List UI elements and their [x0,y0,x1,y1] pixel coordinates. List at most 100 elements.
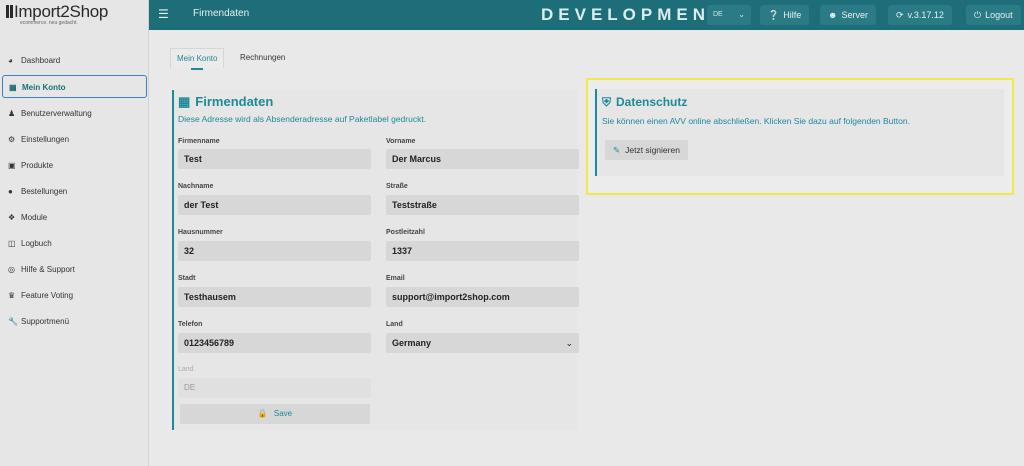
sidebar-item-supportmenu[interactable]: 🔧 Supportmenü [2,310,147,333]
logo-text: Import2Shop [14,2,109,21]
sidebar-item-label: Feature Voting [21,291,74,300]
hausnummer-field[interactable]: 32 [178,241,371,261]
datenschutz-title: ⛨ Datenschutz [602,95,687,110]
puzzle-icon: ❖ [8,213,16,222]
datenschutz-text: Sie können einen AVV online abschließen.… [602,116,910,126]
datenschutz-highlight: ⛨ Datenschutz Sie können einen AVV online… [586,78,1014,195]
logo-tagline: ecommerce. neu gedacht. [20,20,78,26]
firmenname-label: Firmenname [178,138,220,145]
postleitzahl-label: Postleitzahl [386,229,425,236]
dashboard-icon: ◕ [8,56,13,65]
sidebar-item-label: Dashboard [21,56,61,65]
menu-icon[interactable]: ☰ [158,8,170,20]
land-select[interactable]: Germany ⌄ [386,333,579,353]
logout-button[interactable]: ⏻ Logout [966,5,1021,25]
sidebar-item-mein-konto[interactable]: ▦ Mein Konto [2,75,147,98]
server-button-label: Server [841,10,868,20]
server-user-icon: ☻ [828,10,838,20]
logo-bar-mark [10,5,13,18]
sidebar-item-produkte[interactable]: ▣ Produkte [2,154,147,177]
firmenname-field[interactable]: Test [178,149,371,169]
environment-title: DEVELOPMENT [541,5,726,24]
sidebar-item-logbuch[interactable]: ◫ Logbuch [2,232,147,255]
postleitzahl-field[interactable]: 1337 [386,241,579,261]
help-button-label: Hilfe [783,10,802,20]
logo-wordmark: Import2Shop [6,2,108,22]
land-label: Land [386,321,403,328]
book-icon: ◫ [8,239,16,248]
power-icon: ⏻ [974,10,982,20]
firmendaten-title: ▦ Firmendaten [178,94,273,110]
chevron-down-icon: ⌄ [738,10,745,19]
email-field[interactable]: support@import2shop.com [386,287,579,307]
sidebar-item-dashboard[interactable]: ◕ Dashboard [2,49,147,72]
strasse-field[interactable]: Teststraße [386,195,579,215]
sidebar-item-einstellungen[interactable]: ⚙ Einstellungen [2,128,147,151]
wrench-icon: 🔧 [8,317,18,326]
strasse-label: Straße [386,183,408,190]
chevron-down-icon: ⌄ [565,338,573,348]
pencil-icon: ✎ [613,145,621,155]
sidebar-item-label: Benutzerverwaltung [21,109,92,118]
hausnummer-label: Hausnummer [178,229,223,236]
save-button[interactable]: 🔒 Save [180,404,370,424]
stadt-label: Stadt [178,275,196,282]
datenschutz-title-text: Datenschutz [616,95,688,109]
sidebar-item-label: Einstellungen [21,135,70,144]
sidebar-item-label: Hilfe & Support [21,265,75,274]
cogs-icon: ⚙ [8,135,16,144]
sidebar-item-module[interactable]: ❖ Module [2,206,147,229]
sidebar-item-feature-voting[interactable]: ♛ Feature Voting [2,284,147,307]
firmendaten-panel: ▦ Firmendaten Diese Adresse wird als Abse… [172,90,579,430]
shopping-basket-icon: ● [8,187,13,196]
shield-icon: ⛨ [602,95,612,109]
help-button[interactable]: ❔ Hilfe [760,5,810,25]
telefon-field[interactable]: 0123456789 [178,333,371,353]
version-label: v.3.17.12 [907,10,944,20]
sign-avv-button[interactable]: ✎ Jetzt signieren [605,140,688,160]
box-icon: ▣ [8,161,16,170]
building-icon: ▦ [178,94,191,109]
sidebar-item-label: Logbuch [21,239,52,248]
sidebar-item-benutzerverwaltung[interactable]: ♟ Benutzerverwaltung [2,102,147,125]
sidebar-item-label: Bestellungen [21,187,68,196]
top-bar: ☰ Firmendaten DEVELOPMENT DE ⌄ ❔ Hilfe ☻ S… [0,0,1024,30]
land-select-value: Germany [392,338,432,348]
sign-avv-button-label: Jetzt signieren [625,145,680,155]
trophy-icon: ♛ [8,291,16,300]
land-code-field: DE [178,378,371,398]
logout-button-label: Logout [985,10,1013,20]
stadt-field[interactable]: Testhausem [178,287,371,307]
tab-rechnungen[interactable]: Rechnungen [234,48,291,68]
nachname-field[interactable]: der Test [178,195,371,215]
sidebar-item-bestellungen[interactable]: ● Bestellungen [2,180,147,203]
land-code-label: Land [178,366,194,373]
language-value: DE [713,11,723,18]
language-select[interactable]: DE ⌄ [707,5,751,25]
logo[interactable]: Import2Shop ecommerce. neu gedacht. [0,0,149,30]
life-ring-icon: ◎ [8,265,15,274]
lock-icon: 🔒 [257,409,268,418]
email-label: Email [386,275,405,282]
firmendaten-subtitle: Diese Adresse wird als Absenderadresse a… [178,114,427,124]
sidebar-item-label: Mein Konto [22,83,66,92]
version-button[interactable]: ⟳ v.3.17.12 [888,5,952,25]
building-icon: ▦ [9,83,17,92]
sidebar-item-hilfe-support[interactable]: ◎ Hilfe & Support [2,258,147,281]
telefon-label: Telefon [178,321,203,328]
sidebar-item-label: Module [21,213,48,222]
vorname-field[interactable]: Der Marcus [386,149,579,169]
question-circle-icon: ❔ [768,10,780,20]
server-button[interactable]: ☻ Server [820,5,876,25]
sidebar-item-label: Supportmenü [21,317,70,326]
tab-mein-konto[interactable]: Mein Konto [170,48,225,70]
sidebar-item-label: Produkte [21,161,54,170]
users-icon: ♟ [8,109,16,118]
save-button-label: Save [273,409,293,418]
firmendaten-title-text: Firmendaten [195,94,274,109]
datenschutz-panel: ⛨ Datenschutz Sie können einen AVV online… [595,89,1004,176]
refresh-icon: ⟳ [896,10,904,20]
page-title: Firmendaten [193,8,250,19]
nachname-label: Nachname [178,183,214,190]
sidebar: ◕ Dashboard ▦ Mein Konto ♟ Benutzerverwaltu… [0,30,149,466]
